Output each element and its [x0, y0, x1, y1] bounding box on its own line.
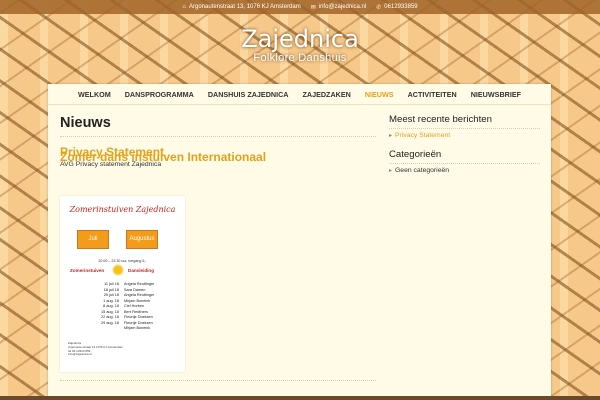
- schedule-row: Mirjam Boneink: [72, 326, 177, 332]
- page-title: Nieuws: [60, 115, 111, 131]
- top-info-bar: ⌂ Argonautenstraat 13, 1076 KJ Amsterdam…: [0, 0, 600, 14]
- sidebar: Meest recente berichten Privacy Statemen…: [389, 114, 540, 184]
- address-text: Argonautenstraat 13, 1076 KJ Amsterdam: [189, 4, 301, 10]
- recent-posts-title: Meest recente berichten: [389, 114, 492, 125]
- poster-schedule: 11 juli 18 Angela Reuttinger 18 juli 18 Sa…: [72, 282, 177, 332]
- nav-item-zajedzaken[interactable]: ZAJEDZAKEN: [295, 90, 357, 99]
- poster-month-july: Juli: [77, 230, 109, 249]
- no-categories-text: Geen categorieën: [389, 167, 540, 174]
- schedule-name: Mirjam Boneink: [124, 326, 151, 330]
- site-branding[interactable]: Zajednica Folklore Danshuis: [0, 26, 600, 64]
- schedule-date: [72, 326, 124, 332]
- home-icon: ⌂: [182, 4, 186, 10]
- poster-footer: Zajednica Argonautenstraat 13 1076 KJ Am…: [68, 341, 123, 357]
- nav-item-welkom[interactable]: WELKOM: [71, 90, 118, 99]
- categories-widget: Categorieën Geen categorieën: [389, 149, 540, 174]
- divider: [60, 136, 376, 137]
- categories-title: Categorieën: [389, 149, 442, 160]
- sun-icon: [114, 266, 122, 274]
- recent-post-link[interactable]: Privacy Statement: [389, 132, 540, 139]
- phone-link[interactable]: 0612933859: [384, 4, 417, 10]
- poster-month-august: Augustus: [126, 230, 158, 249]
- poster-title: Zomerinstuiven Zajednica: [69, 205, 176, 214]
- post-title-zomer[interactable]: Zomer dans instuiven Internationaal: [60, 150, 266, 164]
- address-item: ⌂ Argonautenstraat 13, 1076 KJ Amsterdam: [182, 4, 300, 10]
- poster-footer-line: info@zajednica.nl: [68, 352, 92, 357]
- divider: [389, 163, 540, 164]
- footer-strip: [0, 396, 600, 400]
- email-link[interactable]: info@zajednica.nl: [319, 4, 366, 10]
- divider: [60, 380, 376, 381]
- nav-item-dansprogramma[interactable]: DANSPROGRAMMA: [118, 90, 201, 99]
- poster-label-right: Dansleiding: [128, 268, 155, 273]
- nav-item-nieuws[interactable]: NIEUWS: [358, 90, 401, 99]
- email-item[interactable]: ✉ info@zajednica.nl: [311, 4, 366, 11]
- phone-icon: ✆: [376, 4, 382, 11]
- phone-item[interactable]: ✆ 0612933859: [376, 4, 417, 11]
- site-title[interactable]: Zajednica: [0, 26, 600, 52]
- nav-item-danshuis[interactable]: DANSHUIS ZAJEDNICA: [201, 90, 296, 99]
- poster-time: 20.00 – 23.30 uur, toegang 5,-: [98, 259, 147, 263]
- nav-item-nieuwsbrief[interactable]: NIEUWSBRIEF: [464, 90, 528, 99]
- event-poster-image[interactable]: Zomerinstuiven Zajednica Juli Augustus 2…: [60, 196, 185, 372]
- main-nav: WELKOM DANSPROGRAMMA DANSHUIS ZAJEDNICA …: [48, 84, 551, 105]
- recent-posts-widget: Meest recente berichten Privacy Statemen…: [389, 114, 540, 139]
- envelope-icon: ✉: [310, 4, 316, 11]
- divider: [389, 128, 540, 129]
- nav-item-activiteiten[interactable]: ACTIVITEITEN: [401, 90, 464, 99]
- site-subtitle: Folklore Danshuis: [253, 52, 347, 64]
- poster-label-left: Zomerinstuiven: [70, 268, 105, 273]
